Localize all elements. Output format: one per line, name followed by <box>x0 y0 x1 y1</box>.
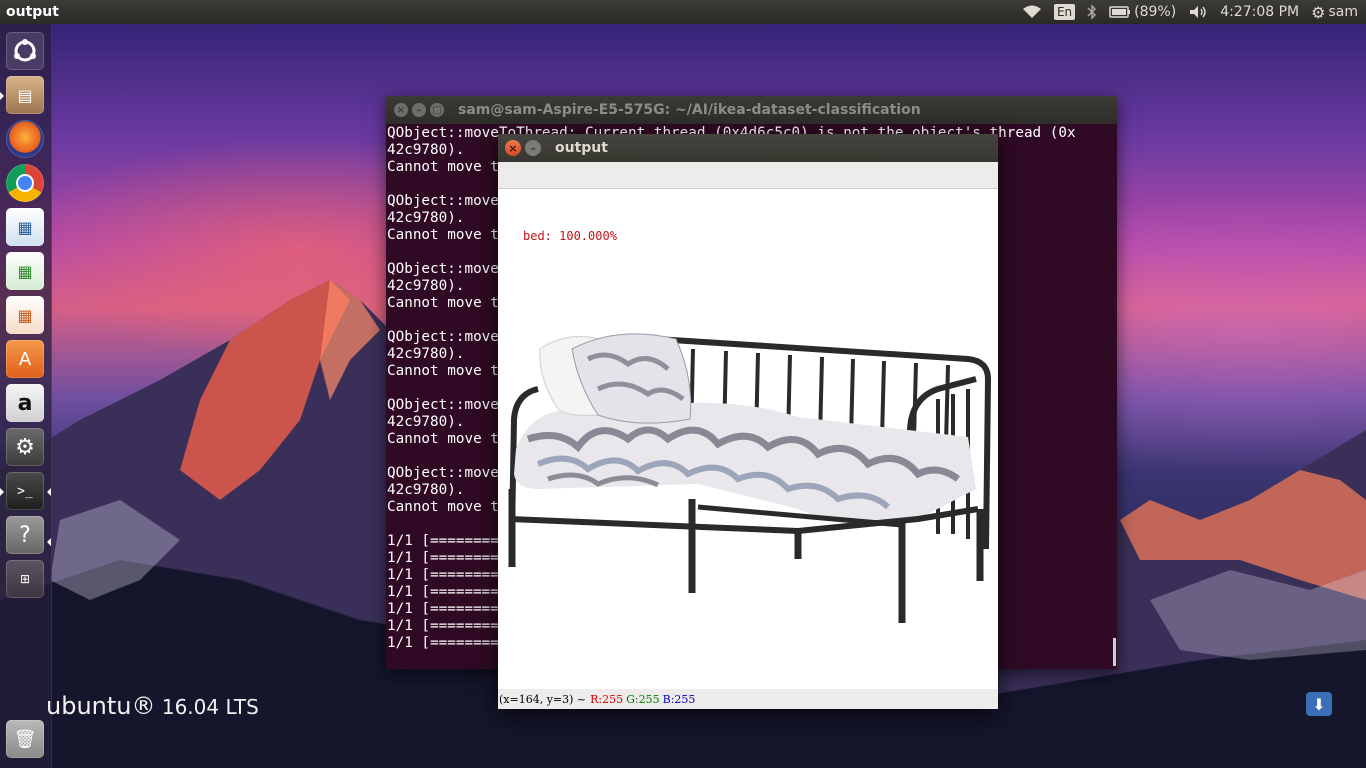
terminal-icon[interactable]: >_ <box>6 472 44 510</box>
cursor-coords: (x=164, y=3) ~ <box>499 692 587 706</box>
ubuntu-dash-icon[interactable] <box>6 32 44 70</box>
indicator-area: En (89%) 4:27:08 PM ⚙ sam <box>1022 3 1358 22</box>
image-canvas[interactable]: bed: 100.000% <box>498 189 998 689</box>
bluetooth-icon[interactable] <box>1087 4 1097 20</box>
terminal-scrollbar[interactable] <box>1113 638 1116 666</box>
pixel-red: R:255 <box>590 692 624 706</box>
status-bar: (x=164, y=3) ~ R:255 G:255 B:255 <box>498 689 998 709</box>
battery-percent: (89%) <box>1134 4 1177 20</box>
pixel-blue: B:255 <box>662 692 696 706</box>
volume-icon[interactable] <box>1188 5 1208 19</box>
help-icon[interactable]: ? <box>6 516 44 554</box>
trash-icon[interactable]: 🗑 <box>6 720 44 758</box>
output-minimize-button[interactable]: – <box>525 140 541 156</box>
username: sam <box>1328 4 1358 20</box>
keyboard-layout-indicator[interactable]: En <box>1053 4 1076 20</box>
output-toolbar <box>498 162 998 189</box>
chrome-icon[interactable] <box>6 164 44 202</box>
wifi-icon[interactable] <box>1022 5 1042 19</box>
output-close-button[interactable]: × <box>505 140 521 156</box>
pixel-green: G:255 <box>626 692 660 706</box>
output-titlebar[interactable]: × – output <box>498 134 998 162</box>
bed-image <box>508 333 992 623</box>
active-app-title: output <box>6 4 59 20</box>
terminal-maximize-button[interactable]: □ <box>430 103 444 117</box>
impress-icon[interactable]: ▦ <box>6 296 44 334</box>
system-settings-icon[interactable]: ⚙ <box>6 428 44 466</box>
terminal-minimize-button[interactable]: – <box>412 103 426 117</box>
gear-icon: ⚙ <box>1311 2 1326 22</box>
writer-icon[interactable]: ▦ <box>6 208 44 246</box>
os-watermark: ubuntu® 16.04 LTS <box>46 692 259 720</box>
terminal-title: sam@sam-Aspire-E5-575G: ~/AI/ikea-datase… <box>458 102 921 118</box>
session-menu[interactable]: ⚙ sam <box>1311 3 1358 22</box>
terminal-close-button[interactable]: × <box>394 103 408 117</box>
calc-icon[interactable]: ▦ <box>6 252 44 290</box>
firefox-icon[interactable] <box>6 120 44 158</box>
top-panel: output En (89%) 4:27:08 PM ⚙ sam <box>0 0 1366 24</box>
clock[interactable]: 4:27:08 PM <box>1220 4 1299 20</box>
files-icon[interactable]: ▤ <box>6 76 44 114</box>
terminal-titlebar[interactable]: × – □ sam@sam-Aspire-E5-575G: ~/AI/ikea-… <box>386 96 1117 124</box>
battery-icon <box>1109 6 1131 18</box>
output-title: output <box>555 140 608 156</box>
amazon-icon[interactable]: a <box>6 384 44 422</box>
unity-launcher: ▤ ▦ ▦ ▦ A a ⚙ >_ ? ⊞ 🗑 <box>0 24 52 768</box>
download-icon[interactable]: ⬇ <box>1306 692 1332 716</box>
output-window[interactable]: × – output bed: 100.000% (x=164, y=3) ~ … <box>498 134 998 709</box>
battery-indicator[interactable]: (89%) <box>1109 4 1176 20</box>
software-center-icon[interactable]: A <box>6 340 44 378</box>
workspace-switcher-icon[interactable]: ⊞ <box>6 560 44 598</box>
